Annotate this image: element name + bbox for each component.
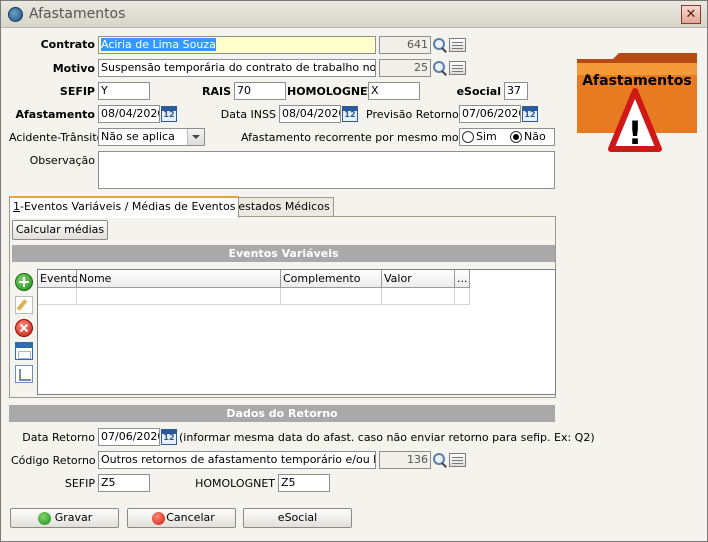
check-icon [38,512,51,525]
acidente-transito-label: Acidente-Trânsito [9,131,104,144]
acidente-transito-value: Não se aplica [101,130,175,143]
column-header-complemento[interactable]: Complemento [281,270,382,288]
contrato-name-field[interactable]: Aciria de Lima Souza [98,36,376,54]
afastamento-label: Afastamento [15,108,95,121]
retorno-sefip-label: SEFIP [64,477,95,490]
data-inss-field[interactable]: 08/04/2020 [279,105,341,123]
retorno-sefip-field[interactable]: Z5 [98,474,150,492]
table-cell[interactable] [77,288,281,305]
cancel-icon [152,512,165,525]
recorrente-nao-label: Não [524,130,546,143]
recorrente-radio-group: Sim Não [459,128,555,146]
logo-text: Afastamentos [582,73,692,89]
rais-label: RAIS [202,85,231,98]
window-icon[interactable] [15,342,33,360]
title-bar: Afastamentos ✕ [1,1,707,28]
close-button[interactable]: ✕ [681,5,701,24]
column-header-nome[interactable]: Nome [77,270,281,288]
motivo-details-icon[interactable] [449,61,466,75]
data-retorno-field[interactable]: 07/06/2020 [98,428,160,446]
previsao-retorno-field[interactable]: 07/06/2020 [459,105,521,123]
gravar-button[interactable]: Gravar [10,508,119,528]
esocial-button[interactable]: eSocial [243,508,352,528]
data-inss-label: Data INSS [220,108,276,121]
motivo-code-field[interactable]: 25 [379,59,431,77]
codigo-retorno-search-icon[interactable] [432,452,448,468]
tab-eventos-variaveis[interactable]: 1-Eventos Variáveis / Médias de Eventos [9,196,240,218]
recorrente-nao-radio[interactable] [510,131,522,143]
homolognet-field[interactable]: X [368,82,420,100]
add-icon[interactable] [15,273,33,291]
codigo-retorno-label: Código Retorno [11,454,96,467]
homolognet-label: HOMOLOGNET [287,85,376,98]
previsao-retorno-calendar-icon[interactable]: 12 [522,106,538,122]
esocial-label: eSocial [456,85,501,98]
data-retorno-label: Data Retorno [22,431,95,444]
contrato-details-icon[interactable] [449,38,466,52]
motivo-search-icon[interactable] [432,60,448,76]
sefip-label: SEFIP [59,85,95,98]
app-icon [8,7,23,22]
retorno-homolognet-field[interactable]: Z5 [278,474,330,492]
recorrente-label: Afastamento recorrente por mesmo motivo [241,131,480,144]
retorno-homolognet-label: HOMOLOGNET [195,477,275,490]
delete-icon[interactable] [15,319,33,337]
data-inss-calendar-icon[interactable]: 12 [342,106,358,122]
rais-field[interactable]: 70 [234,82,286,100]
recorrente-sim-label: Sim [476,130,497,143]
motivo-field[interactable]: Suspensão temporária do contrato de trab… [98,59,376,77]
contrato-code-field[interactable]: 641 [379,36,431,54]
table-cell[interactable] [281,288,382,305]
table-cell[interactable] [455,288,470,305]
observacao-label: Observação [29,154,95,167]
edit-icon[interactable] [15,296,33,314]
eventos-grid[interactable]: Evento Nome Complemento Valor ... [37,269,556,395]
codigo-retorno-field[interactable]: Outros retornos de afastamento temporári… [98,451,376,469]
esocial-field[interactable]: 37 [504,82,528,100]
data-retorno-calendar-icon[interactable]: 12 [161,429,177,445]
codigo-retorno-details-icon[interactable] [449,453,466,467]
chevron-down-icon[interactable] [187,129,204,145]
observacao-textarea[interactable] [98,151,555,189]
table-row[interactable] [38,288,77,305]
sefip-field[interactable]: Y [98,82,150,100]
motivo-label: Motivo [52,62,95,75]
column-header-evento[interactable]: Evento [38,270,78,288]
tab-eventos-label: -Eventos Variáveis / Médias de Eventos [20,200,236,213]
column-header-more[interactable]: ... [455,270,470,288]
previsao-retorno-label: Previsão Retorno [366,108,459,121]
afastamentos-window: Afastamentos ✕ Contrato Aciria de Lima S… [0,0,708,542]
afastamento-calendar-icon[interactable]: 12 [161,106,177,122]
warning-icon: ! [628,114,643,152]
eventos-variaveis-header: Eventos Variáveis [12,245,555,262]
afastamento-date-field[interactable]: 08/04/2020 [98,105,160,123]
dados-retorno-header: Dados do Retorno [9,405,555,422]
contrato-label: Contrato [40,38,95,51]
window-title: Afastamentos [29,6,126,22]
contrato-search-icon[interactable] [432,37,448,53]
table-cell[interactable] [382,288,455,305]
tab-eventos-key: 1 [13,200,20,213]
column-header-valor[interactable]: Valor [382,270,455,288]
cancelar-button[interactable]: Cancelar [127,508,236,528]
window-edit-icon[interactable] [15,365,33,383]
contrato-name-value: Aciria de Lima Souza [101,38,216,51]
afastamentos-folder-warning-icon: Afastamentos ! [577,53,697,152]
calcular-medias-button[interactable]: Calcular médias [12,220,108,240]
recorrente-sim-radio[interactable] [462,131,474,143]
data-retorno-hint: (informar mesma data do afast. caso não … [179,431,595,444]
codigo-retorno-code-field[interactable]: 136 [379,451,431,469]
acidente-transito-select[interactable]: Não se aplica [98,128,205,146]
